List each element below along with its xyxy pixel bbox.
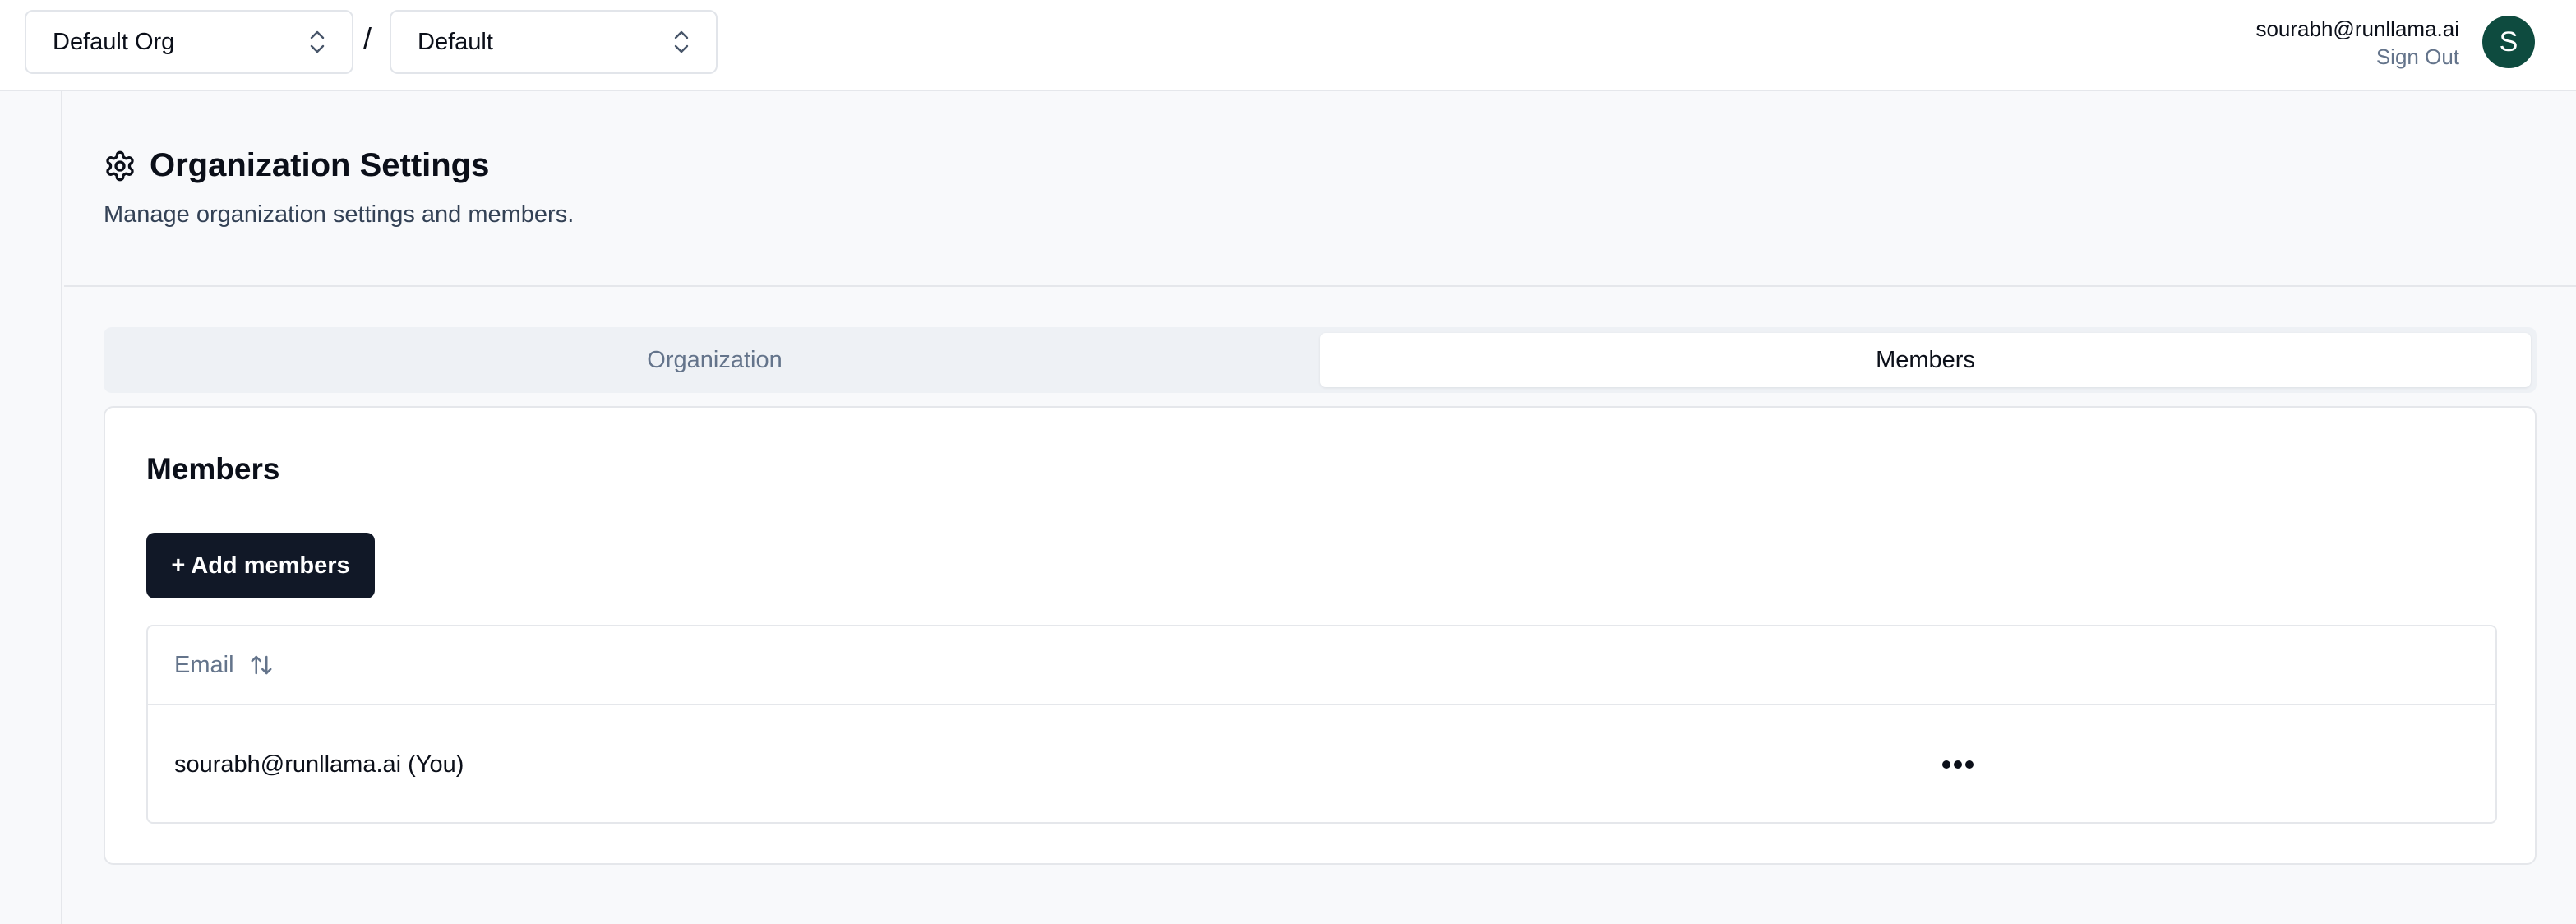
- chevrons-up-down-icon: [674, 30, 689, 53]
- sign-out-link[interactable]: Sign Out: [2255, 43, 2459, 71]
- add-members-button[interactable]: + Add members: [146, 533, 375, 598]
- title-row: Organization Settings: [104, 147, 489, 184]
- gear-icon: [106, 150, 134, 181]
- top-bar: Default Org / Default sourabh@runllama.a…: [0, 0, 2576, 91]
- tab-members[interactable]: Members: [1320, 333, 2531, 387]
- page-subtitle: Manage organization settings and members…: [104, 201, 575, 228]
- breadcrumb-separator: /: [363, 21, 372, 55]
- project-selector[interactable]: Default: [390, 10, 718, 74]
- org-selector[interactable]: Default Org: [25, 10, 353, 74]
- project-selector-value: Default: [418, 28, 493, 55]
- members-title: Members: [146, 452, 280, 486]
- email-column-label: Email: [174, 651, 234, 678]
- members-table: Email sourabh@runllama.ai (You): [146, 625, 2497, 824]
- avatar-initial: S: [2499, 25, 2518, 58]
- table-header: Email: [148, 626, 2495, 705]
- tab-organization[interactable]: Organization: [109, 333, 1320, 387]
- org-selector-value: Default Org: [53, 28, 175, 55]
- member-email: sourabh@runllama.ai (You): [174, 751, 464, 778]
- email-column-header[interactable]: Email: [174, 652, 274, 679]
- user-email: sourabh@runllama.ai: [2255, 16, 2459, 41]
- row-actions-button[interactable]: [1933, 748, 1983, 781]
- more-horizontal-icon: [1942, 760, 1974, 769]
- left-sidebar: [0, 91, 62, 924]
- sort-arrows-icon: [251, 655, 272, 675]
- page-title: Organization Settings: [150, 147, 490, 183]
- page-header: Organization Settings Manage organizatio…: [64, 91, 2576, 287]
- avatar[interactable]: S: [2482, 16, 2535, 68]
- settings-tabs: Organization Members: [104, 327, 2537, 393]
- user-info: sourabh@runllama.ai Sign Out: [2255, 15, 2459, 71]
- table-row: sourabh@runllama.ai (You): [148, 705, 2495, 824]
- chevrons-up-down-icon: [310, 30, 325, 53]
- members-card: Members + Add members Email sourabh@runl…: [104, 406, 2537, 865]
